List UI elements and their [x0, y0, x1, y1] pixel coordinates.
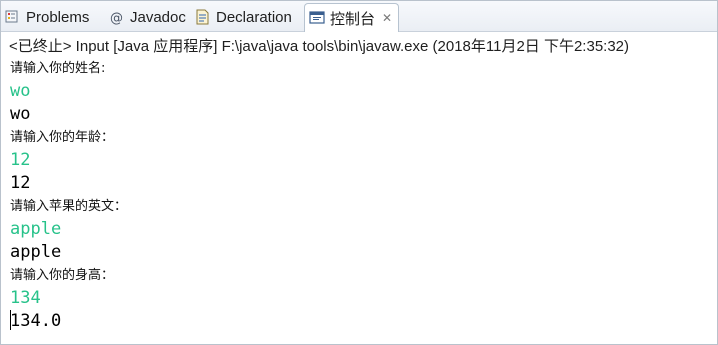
console-line-output: apple: [10, 242, 62, 262]
console-line-output: 134.0: [10, 311, 62, 331]
close-icon[interactable]: ✕: [382, 12, 392, 24]
text-caret: [10, 310, 11, 330]
tab-problems[interactable]: Problems: [5, 4, 89, 30]
console-line-input: apple: [10, 219, 62, 239]
console-line-input: wo: [10, 81, 31, 101]
tab-problems-label: Problems: [26, 8, 90, 26]
problems-icon: [5, 9, 21, 25]
console-line-prompt: 请输入苹果的英文：: [10, 199, 128, 214]
svg-text:@: @: [110, 11, 123, 25]
eclipse-console-view: Problems @ Javadoc Declaration 控制台 ✕ <已终…: [0, 0, 718, 345]
console-line-prompt: 请输入你的年龄：: [10, 130, 115, 145]
console-line-input: 12: [10, 150, 31, 170]
tab-console-label: 控制台: [330, 10, 376, 28]
tab-declaration-label: Declaration: [216, 8, 292, 26]
tab-javadoc[interactable]: @ Javadoc: [109, 4, 186, 30]
console-status-line: <已终止> Input [Java 应用程序] F:\java\java too…: [9, 38, 630, 55]
tab-declaration[interactable]: Declaration: [195, 4, 292, 30]
declaration-icon: [195, 9, 211, 25]
view-tab-bar: Problems @ Javadoc Declaration 控制台 ✕: [1, 1, 717, 32]
console-line-output: 12: [10, 173, 31, 193]
console-output[interactable]: 请输入你的姓名: wo wo 请输入你的年龄： 12 12 请输入苹果的英文： …: [10, 57, 717, 333]
console-line-prompt: 请输入你的身高：: [10, 268, 115, 283]
console-line-input: 134: [10, 288, 41, 308]
console-line-prompt: 请输入你的姓名:: [10, 61, 106, 76]
console-icon: [309, 10, 325, 26]
tab-javadoc-label: Javadoc: [130, 8, 186, 26]
console-line-output: wo: [10, 104, 31, 124]
tab-console[interactable]: 控制台 ✕: [304, 3, 400, 32]
at-sign-icon: @: [109, 9, 125, 25]
